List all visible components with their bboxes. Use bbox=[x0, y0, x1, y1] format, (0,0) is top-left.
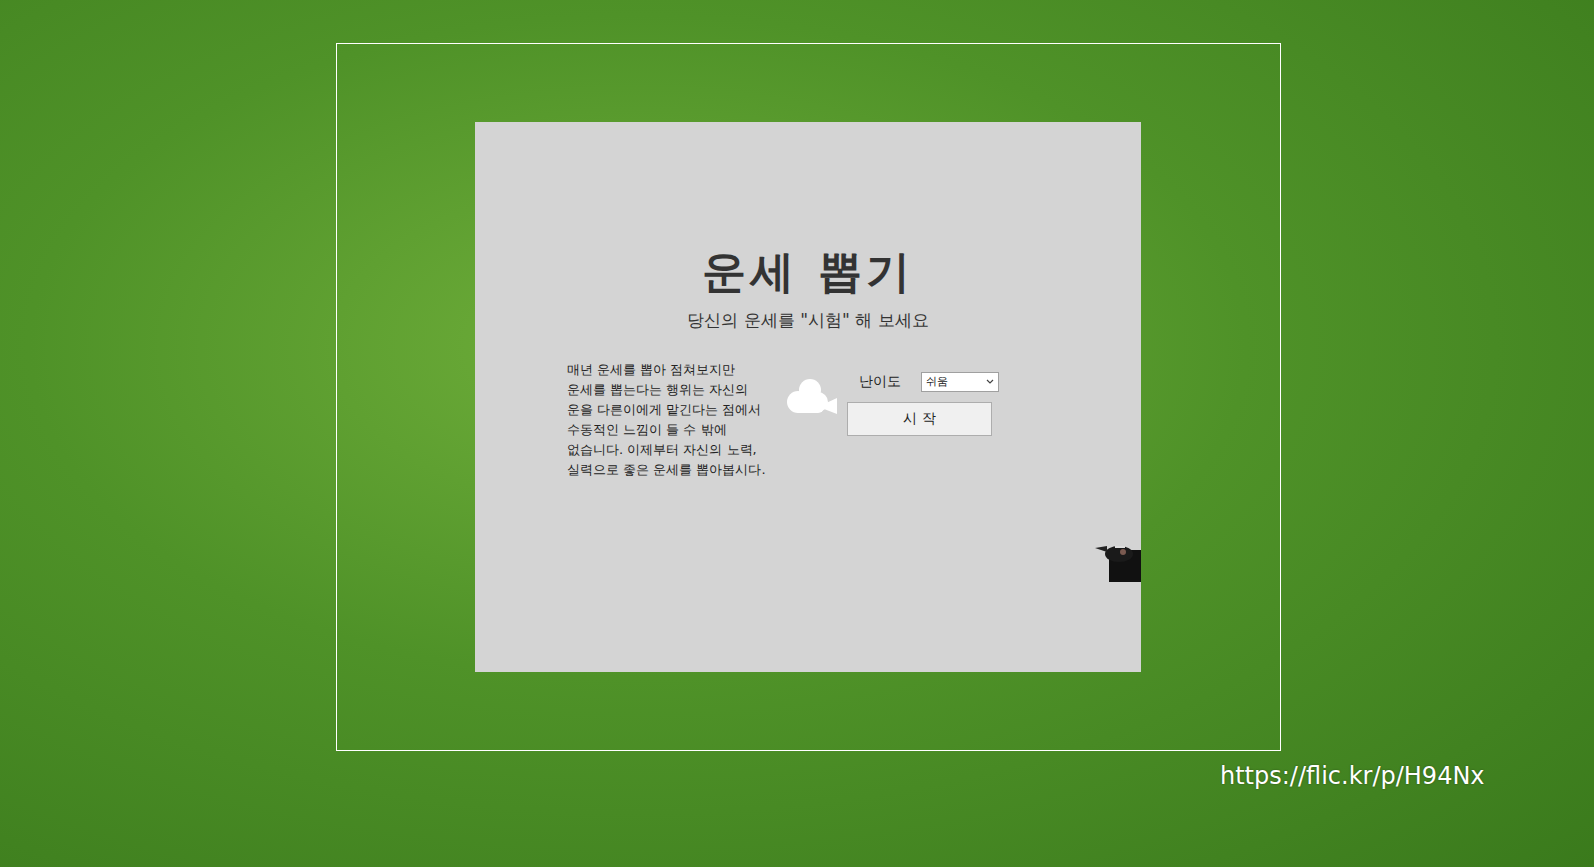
cloud-icon bbox=[782, 376, 838, 419]
difficulty-value: 쉬움 bbox=[926, 374, 948, 389]
description-line: 수동적인 느낌이 들 수 밖에 bbox=[567, 420, 817, 440]
description-line: 실력으로 좋은 운세를 뽑아봅시다. bbox=[567, 460, 817, 480]
magpie-sprite-icon bbox=[1095, 542, 1141, 582]
chevron-down-icon bbox=[986, 379, 994, 385]
description-line: 없습니다. 이제부터 자신의 노력, bbox=[567, 440, 817, 460]
title: 운세 뽑기 bbox=[702, 246, 913, 299]
content-row: 매년 운세를 뽑아 점쳐보지만운세를 뽑는다는 행위는 자신의운을 다른이에게 … bbox=[475, 360, 1141, 480]
difficulty-row: 난이도 쉬움 bbox=[847, 372, 999, 392]
difficulty-label: 난이도 bbox=[859, 373, 901, 391]
description-line: 운을 다른이에게 맡긴다는 점에서 bbox=[567, 400, 817, 420]
background-photo: 운세 뽑기 당신의 운세를 "시험" 해 보세요 매년 운세를 뽑아 점쳐보지만… bbox=[0, 0, 1594, 867]
start-panel: 운세 뽑기 당신의 운세를 "시험" 해 보세요 매년 운세를 뽑아 점쳐보지만… bbox=[475, 122, 1141, 672]
photo-credit: https://flic.kr/p/H94Nx bbox=[1220, 762, 1485, 790]
description-line: 매년 운세를 뽑아 점쳐보지만 bbox=[567, 360, 817, 380]
controls: 난이도 쉬움 시 작 bbox=[847, 360, 999, 480]
difficulty-select[interactable]: 쉬움 bbox=[921, 372, 999, 392]
start-button[interactable]: 시 작 bbox=[847, 402, 992, 436]
description: 매년 운세를 뽑아 점쳐보지만운세를 뽑는다는 행위는 자신의운을 다른이에게 … bbox=[567, 360, 817, 480]
subtitle: 당신의 운세를 "시험" 해 보세요 bbox=[687, 309, 928, 332]
frame: 운세 뽑기 당신의 운세를 "시험" 해 보세요 매년 운세를 뽑아 점쳐보지만… bbox=[336, 43, 1281, 751]
description-line: 운세를 뽑는다는 행위는 자신의 bbox=[567, 380, 817, 400]
